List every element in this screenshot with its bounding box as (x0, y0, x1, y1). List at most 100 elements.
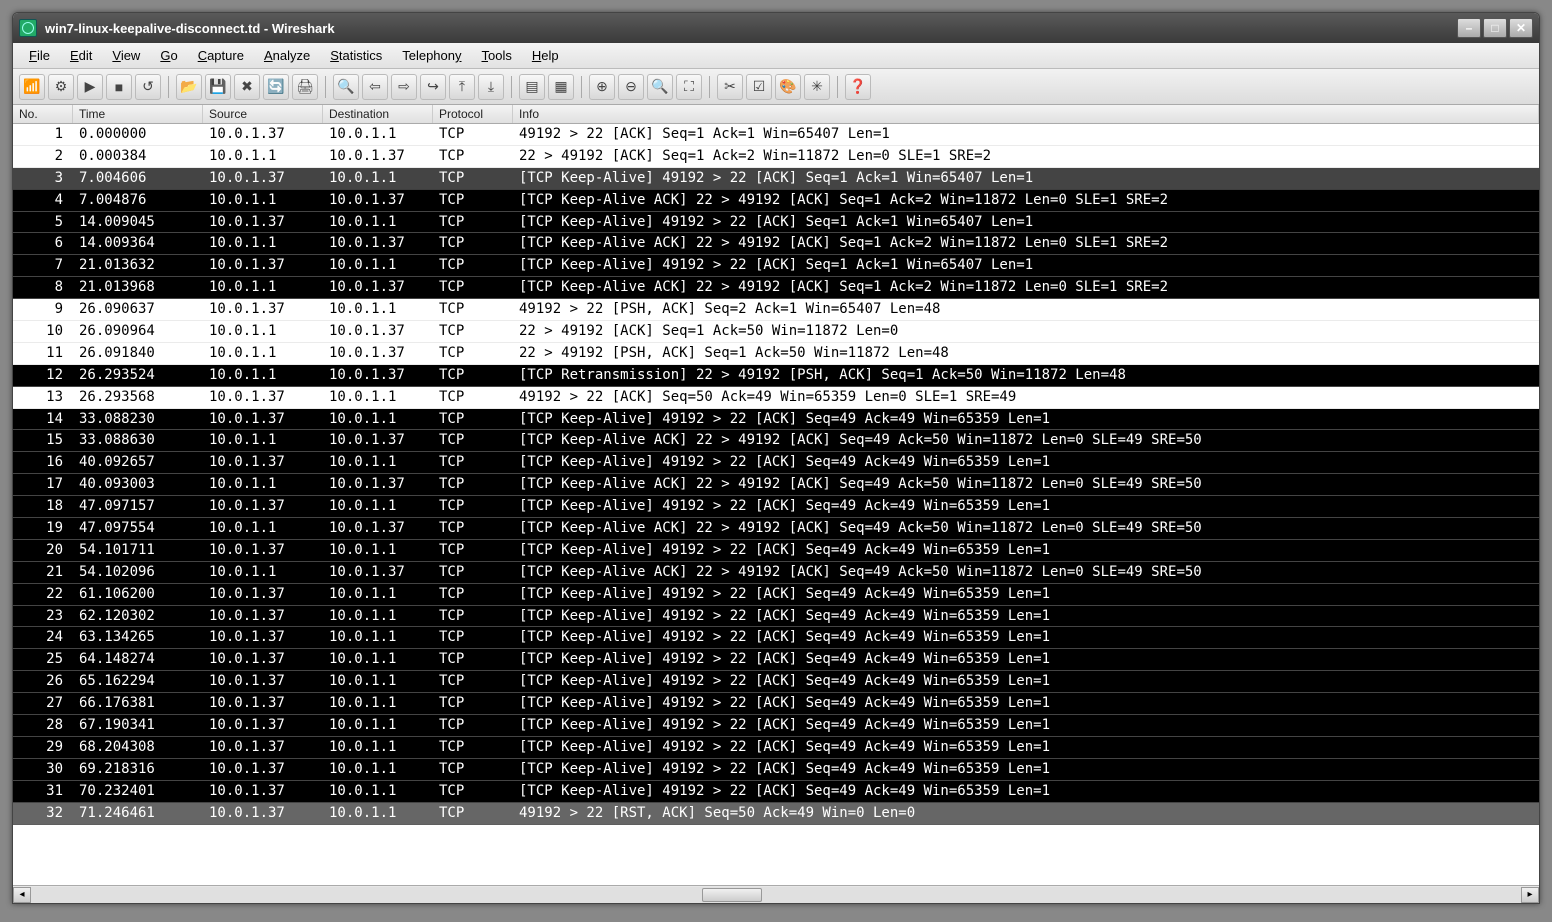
preferences-icon[interactable]: ✳ (804, 74, 830, 100)
zoom-reset-icon[interactable]: 🔍 (647, 74, 673, 100)
go-first-icon[interactable]: ⤒ (449, 74, 475, 100)
cell-no: 6 (13, 233, 73, 254)
packet-row[interactable]: 1433.08823010.0.1.3710.0.1.1TCP[TCP Keep… (13, 409, 1539, 431)
cell-time: 33.088230 (73, 409, 203, 430)
packet-row[interactable]: 3170.23240110.0.1.3710.0.1.1TCP[TCP Keep… (13, 781, 1539, 803)
display-filters-icon[interactable]: ☑ (746, 74, 772, 100)
go-last-icon[interactable]: ⤓ (478, 74, 504, 100)
save-file-icon[interactable]: 💾 (205, 74, 231, 100)
toolbar: 📶⚙▶■↺📂💾✖🔄🖨🔍⇦⇨↪⤒⤓▤▦⊕⊖🔍⛶✂☑🎨✳❓ (13, 69, 1539, 105)
packet-list-header[interactable]: No. Time Source Destination Protocol Inf… (13, 105, 1539, 124)
go-forward-icon[interactable]: ⇨ (391, 74, 417, 100)
open-file-icon[interactable]: 📂 (176, 74, 202, 100)
packet-row[interactable]: 3271.24646110.0.1.3710.0.1.1TCP49192 > 2… (13, 803, 1539, 825)
menu-help[interactable]: Help (522, 46, 569, 65)
packet-row[interactable]: 821.01396810.0.1.110.0.1.37TCP[TCP Keep-… (13, 277, 1539, 299)
coloring-rules-icon[interactable]: 🎨 (775, 74, 801, 100)
packet-row[interactable]: 2564.14827410.0.1.3710.0.1.1TCP[TCP Keep… (13, 649, 1539, 671)
packet-row[interactable]: 3069.21831610.0.1.3710.0.1.1TCP[TCP Keep… (13, 759, 1539, 781)
capture-filters-icon[interactable]: ✂ (717, 74, 743, 100)
auto-scroll-icon[interactable]: ▦ (548, 74, 574, 100)
col-header-protocol[interactable]: Protocol (433, 105, 513, 123)
col-header-no[interactable]: No. (13, 105, 73, 123)
packet-row[interactable]: 721.01363210.0.1.3710.0.1.1TCP[TCP Keep-… (13, 255, 1539, 277)
packet-row[interactable]: 926.09063710.0.1.3710.0.1.1TCP49192 > 22… (13, 299, 1539, 321)
packet-row[interactable]: 1226.29352410.0.1.110.0.1.37TCP[TCP Retr… (13, 365, 1539, 387)
titlebar[interactable]: win7-linux-keepalive-disconnect.td - Wir… (13, 13, 1539, 43)
packet-row[interactable]: 1533.08863010.0.1.110.0.1.37TCP[TCP Keep… (13, 430, 1539, 452)
menu-file[interactable]: File (19, 46, 60, 65)
packet-row[interactable]: 2463.13426510.0.1.3710.0.1.1TCP[TCP Keep… (13, 627, 1539, 649)
find-icon[interactable]: 🔍 (333, 74, 359, 100)
restart-capture-icon[interactable]: ↺ (135, 74, 161, 100)
cell-proto: TCP (433, 255, 513, 276)
resize-columns-icon[interactable]: ⛶ (676, 74, 702, 100)
packet-row[interactable]: 1947.09755410.0.1.110.0.1.37TCP[TCP Keep… (13, 518, 1539, 540)
menu-view[interactable]: View (102, 46, 150, 65)
menu-tools[interactable]: Tools (472, 46, 522, 65)
menu-edit[interactable]: Edit (60, 46, 102, 65)
horizontal-scrollbar[interactable]: ◂ ▸ (13, 885, 1539, 903)
menu-statistics[interactable]: Statistics (320, 46, 392, 65)
packet-row[interactable]: 47.00487610.0.1.110.0.1.37TCP[TCP Keep-A… (13, 190, 1539, 212)
packet-row[interactable]: 1026.09096410.0.1.110.0.1.37TCP22 > 4919… (13, 321, 1539, 343)
packet-row[interactable]: 10.00000010.0.1.3710.0.1.1TCP49192 > 22 … (13, 124, 1539, 146)
reload-icon[interactable]: 🔄 (263, 74, 289, 100)
col-header-time[interactable]: Time (73, 105, 203, 123)
packet-row[interactable]: 1740.09300310.0.1.110.0.1.37TCP[TCP Keep… (13, 474, 1539, 496)
packet-row[interactable]: 2261.10620010.0.1.3710.0.1.1TCP[TCP Keep… (13, 584, 1539, 606)
maximize-button[interactable]: □ (1483, 18, 1507, 38)
packet-row[interactable]: 2766.17638110.0.1.3710.0.1.1TCP[TCP Keep… (13, 693, 1539, 715)
cell-proto: TCP (433, 496, 513, 517)
menu-telephony[interactable]: Telephony (392, 46, 471, 65)
minimize-button[interactable]: – (1457, 18, 1481, 38)
scroll-left-icon[interactable]: ◂ (13, 887, 31, 903)
close-file-icon[interactable]: ✖ (234, 74, 260, 100)
print-icon[interactable]: 🖨 (292, 74, 318, 100)
packet-row[interactable]: 614.00936410.0.1.110.0.1.37TCP[TCP Keep-… (13, 233, 1539, 255)
packet-row[interactable]: 2362.12030210.0.1.3710.0.1.1TCP[TCP Keep… (13, 606, 1539, 628)
zoom-in-icon[interactable]: ⊕ (589, 74, 615, 100)
scroll-thumb[interactable] (702, 888, 762, 902)
packet-row[interactable]: 514.00904510.0.1.3710.0.1.1TCP[TCP Keep-… (13, 212, 1539, 234)
cell-info: [TCP Keep-Alive ACK] 22 > 49192 [ACK] Se… (513, 562, 1539, 583)
col-header-source[interactable]: Source (203, 105, 323, 123)
cell-info: [TCP Keep-Alive] 49192 > 22 [ACK] Seq=1 … (513, 168, 1539, 189)
packet-row[interactable]: 2154.10209610.0.1.110.0.1.37TCP[TCP Keep… (13, 562, 1539, 584)
packet-row[interactable]: 2665.16229410.0.1.3710.0.1.1TCP[TCP Keep… (13, 671, 1539, 693)
cell-time: 26.090637 (73, 299, 203, 320)
close-button[interactable]: ✕ (1509, 18, 1533, 38)
col-header-info[interactable]: Info (513, 105, 1539, 123)
packet-row[interactable]: 2054.10171110.0.1.3710.0.1.1TCP[TCP Keep… (13, 540, 1539, 562)
menu-go[interactable]: Go (150, 46, 187, 65)
go-to-icon[interactable]: ↪ (420, 74, 446, 100)
cell-time: 69.218316 (73, 759, 203, 780)
col-header-destination[interactable]: Destination (323, 105, 433, 123)
start-capture-icon[interactable]: ▶ (77, 74, 103, 100)
packet-row[interactable]: 1326.29356810.0.1.3710.0.1.1TCP49192 > 2… (13, 387, 1539, 409)
capture-options-icon[interactable]: ⚙ (48, 74, 74, 100)
packet-row[interactable]: 20.00038410.0.1.110.0.1.37TCP22 > 49192 … (13, 146, 1539, 168)
stop-capture-icon[interactable]: ■ (106, 74, 132, 100)
cell-dst: 10.0.1.1 (323, 496, 433, 517)
cell-src: 10.0.1.37 (203, 299, 323, 320)
scroll-track[interactable] (31, 887, 1521, 903)
packet-row[interactable]: 1847.09715710.0.1.3710.0.1.1TCP[TCP Keep… (13, 496, 1539, 518)
packet-row[interactable]: 37.00460610.0.1.3710.0.1.1TCP[TCP Keep-A… (13, 168, 1539, 190)
go-back-icon[interactable]: ⇦ (362, 74, 388, 100)
packet-list-pane[interactable]: No. Time Source Destination Protocol Inf… (13, 105, 1539, 885)
menu-analyze[interactable]: Analyze (254, 46, 320, 65)
cell-time: 54.102096 (73, 562, 203, 583)
help-icon[interactable]: ❓ (845, 74, 871, 100)
interfaces-icon[interactable]: 📶 (19, 74, 45, 100)
menu-capture[interactable]: Capture (188, 46, 254, 65)
zoom-out-icon[interactable]: ⊖ (618, 74, 644, 100)
colorize-icon[interactable]: ▤ (519, 74, 545, 100)
scroll-right-icon[interactable]: ▸ (1521, 887, 1539, 903)
packet-row[interactable]: 2867.19034110.0.1.3710.0.1.1TCP[TCP Keep… (13, 715, 1539, 737)
packet-row[interactable]: 1640.09265710.0.1.3710.0.1.1TCP[TCP Keep… (13, 452, 1539, 474)
packet-row[interactable]: 1126.09184010.0.1.110.0.1.37TCP22 > 4919… (13, 343, 1539, 365)
cell-src: 10.0.1.37 (203, 649, 323, 670)
cell-time: 14.009364 (73, 233, 203, 254)
packet-row[interactable]: 2968.20430810.0.1.3710.0.1.1TCP[TCP Keep… (13, 737, 1539, 759)
